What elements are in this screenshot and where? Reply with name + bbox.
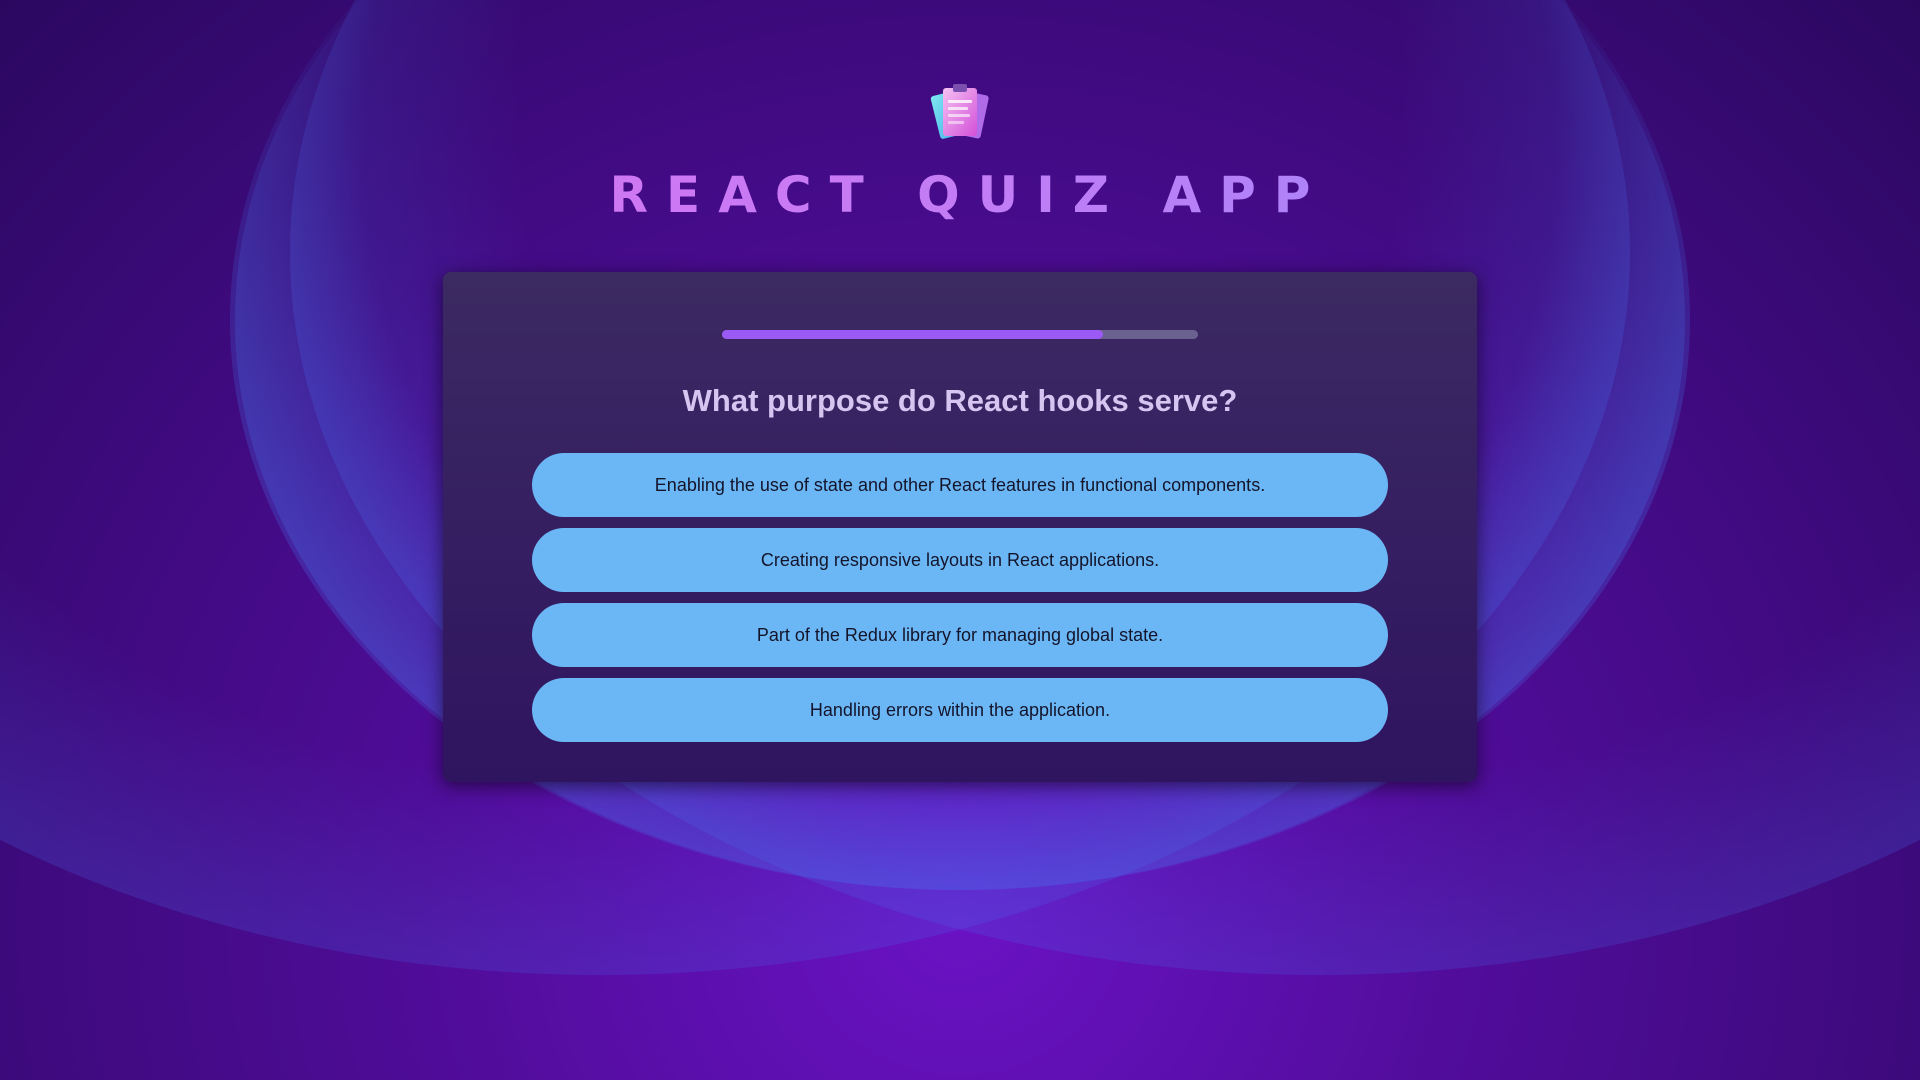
answer-item: Enabling the use of state and other Reac… xyxy=(532,453,1388,517)
app-title: REACT QUIZ APP xyxy=(0,166,1920,224)
question-text: What purpose do React hooks serve? xyxy=(682,382,1238,418)
answer-button-3[interactable]: Part of the Redux library for managing g… xyxy=(532,603,1388,667)
answer-button-1[interactable]: Enabling the use of state and other Reac… xyxy=(532,453,1388,517)
app-header: REACT QUIZ APP xyxy=(0,78,1920,224)
quiz-card: What purpose do React hooks serve? Enabl… xyxy=(443,272,1477,782)
answer-button-2[interactable]: Creating responsive layouts in React app… xyxy=(532,528,1388,592)
answer-item: Handling errors within the application. xyxy=(532,678,1388,742)
answer-button-4[interactable]: Handling errors within the application. xyxy=(532,678,1388,742)
quiz-clipboard-icon xyxy=(930,84,989,139)
question-progress-bar xyxy=(722,330,1198,339)
question-progress-fill xyxy=(722,330,1103,339)
answers-list: Enabling the use of state and other Reac… xyxy=(532,453,1388,753)
answer-item: Creating responsive layouts in React app… xyxy=(532,528,1388,592)
answer-item: Part of the Redux library for managing g… xyxy=(532,603,1388,667)
